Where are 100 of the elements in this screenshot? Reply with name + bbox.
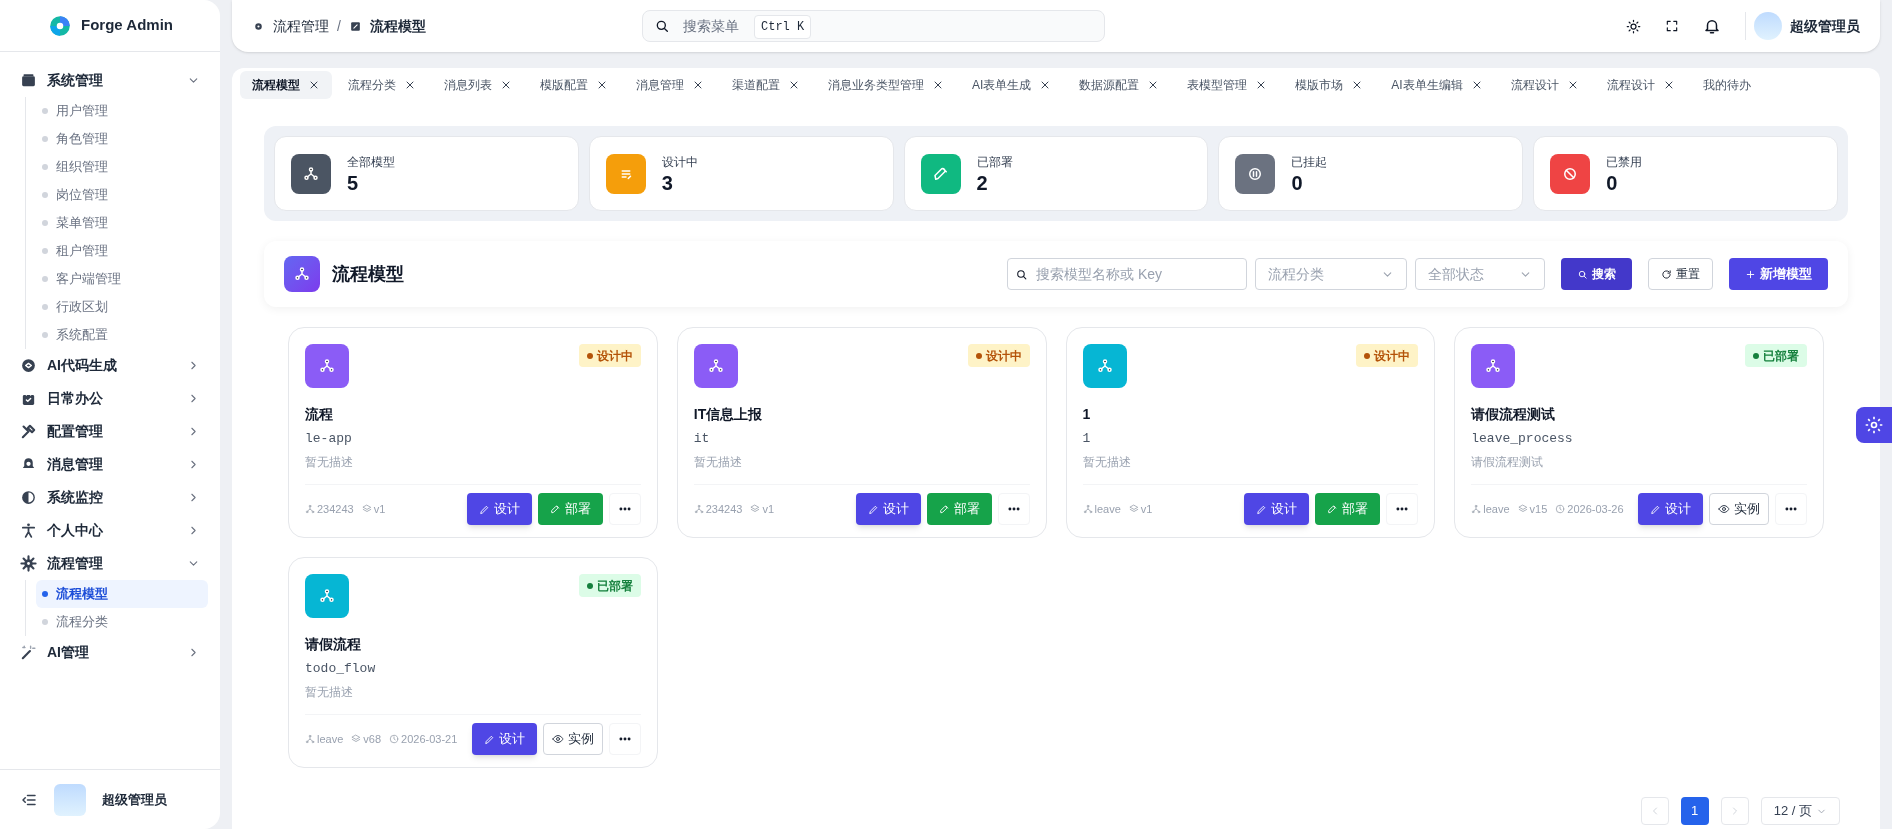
tab[interactable]: 消息业务类型管理 — [816, 71, 956, 99]
sidebar-item[interactable]: 系统配置 — [36, 321, 208, 349]
meta-text: v15 — [1529, 501, 1548, 517]
settings-button[interactable] — [1856, 407, 1892, 443]
search-field[interactable]: 搜索模型名称或 Key — [1007, 258, 1247, 290]
design-button[interactable]: 设计 — [1244, 493, 1310, 525]
stat-label: 已部署 — [976, 153, 1013, 171]
meta-text: leave — [1483, 501, 1510, 517]
previous-page-button[interactable] — [1640, 797, 1669, 825]
status-badge: 设计中 — [1356, 344, 1419, 367]
meta-text: v1 — [762, 501, 775, 517]
sidebar-item[interactable]: 流程分类 — [36, 608, 208, 636]
layers-icon — [1128, 504, 1139, 514]
sidebar-item[interactable]: 组织管理 — [36, 153, 208, 181]
flow-icon — [293, 265, 311, 283]
tab[interactable]: AI表单生成 — [960, 71, 1064, 99]
design-button[interactable]: 设计 — [1638, 493, 1703, 525]
breadcrumb-separator: / — [337, 16, 341, 36]
sidebar-item[interactable]: 菜单管理 — [36, 209, 208, 237]
sidebar-item[interactable]: 客户端管理 — [36, 265, 208, 293]
sidebar-item[interactable]: 用户管理 — [36, 97, 208, 125]
design-button[interactable]: 设计 — [855, 493, 921, 525]
more-button[interactable] — [608, 723, 641, 755]
sidebar-item[interactable]: 租户管理 — [36, 237, 208, 265]
sidebar-item[interactable]: 岗位管理 — [36, 181, 208, 209]
sidebar-item[interactable]: 行政区划 — [36, 293, 208, 321]
bell-icon — [1703, 17, 1721, 35]
clock-icon — [389, 734, 400, 744]
sidebar-group[interactable]: 日常办公 — [12, 382, 208, 415]
breadcrumb-item[interactable]: 流程管理 — [273, 15, 329, 37]
status-badge: 已部署 — [1745, 344, 1807, 367]
menu-group-icon — [20, 489, 37, 506]
status-badge: 设计中 — [578, 344, 641, 367]
model-name: 1 — [1082, 405, 1092, 424]
user-name[interactable]: 超级管理员 — [1790, 15, 1860, 37]
sidebar-group[interactable]: AI管理 — [12, 636, 208, 669]
tab[interactable]: 消息列表 — [432, 71, 524, 99]
stat-value: 2 — [976, 170, 989, 195]
sidebar-group[interactable]: 个人中心 — [12, 514, 208, 547]
sidebar-group[interactable]: 配置管理 — [12, 415, 208, 448]
page-button[interactable]: 1 — [1680, 797, 1709, 825]
layers-icon — [361, 504, 372, 514]
shortcut-key: Ctrl K — [754, 15, 812, 39]
search-icon — [654, 18, 670, 34]
search-button[interactable]: 搜索 — [1561, 258, 1632, 290]
pencil-icon — [867, 503, 879, 515]
sidebar-item[interactable]: 流程模型 — [36, 580, 208, 608]
tab[interactable]: 流程设计 — [1594, 71, 1687, 99]
refresh-icon — [1661, 268, 1672, 280]
model-key: todo_flow — [305, 659, 641, 679]
tab[interactable]: AI表单生编辑 — [1379, 71, 1495, 99]
sidebar-group[interactable]: 消息管理 — [12, 448, 208, 481]
tab[interactable]: 模版市场 — [1283, 71, 1376, 99]
more-button[interactable] — [1775, 493, 1807, 525]
menu-group-icon — [20, 357, 37, 374]
flow-icon — [1484, 357, 1503, 375]
model-name: 请假流程 — [305, 635, 362, 654]
add-model-button[interactable]: 新增模型 — [1729, 258, 1828, 290]
model-name: IT信息上报 — [693, 405, 764, 424]
tab[interactable]: 模版配置 — [528, 71, 620, 99]
meta-text: leave — [317, 731, 344, 747]
tab[interactable]: 表模型管理 — [1175, 71, 1280, 99]
tab[interactable]: 数据源配置 — [1067, 71, 1172, 99]
sidebar-group[interactable]: AI代码生成 — [12, 349, 208, 382]
layers-icon — [750, 504, 761, 514]
sidebar-item[interactable]: 角色管理 — [36, 125, 208, 153]
tab[interactable]: 消息管理 — [624, 71, 716, 99]
category-icon — [1082, 504, 1093, 514]
sidebar-group[interactable]: 流程管理 — [12, 547, 208, 580]
more-button[interactable] — [608, 493, 641, 525]
instances-button[interactable]: 实例 — [1709, 493, 1769, 525]
sidebar-group[interactable]: 系统监控 — [12, 481, 208, 514]
search-icon — [1577, 268, 1588, 280]
tab[interactable]: 我的待办 — [1690, 71, 1763, 99]
search-icon — [1015, 268, 1028, 281]
tab[interactable]: 渠道配置 — [720, 71, 812, 99]
flow-icon — [318, 357, 336, 375]
model-description: 暂无描述 — [1082, 453, 1132, 471]
instances-button[interactable]: 实例 — [542, 723, 603, 755]
sun-icon — [1626, 18, 1641, 34]
page-size-select[interactable]: 12 / 页 — [1760, 797, 1840, 825]
model-description: 暂无描述 — [693, 453, 743, 471]
sidebar-group[interactable]: 系统管理 — [12, 64, 208, 97]
avatar — [54, 783, 86, 816]
model-key: leave_process — [1471, 429, 1807, 449]
eye-icon — [551, 733, 564, 745]
next-page-button[interactable] — [1720, 797, 1749, 825]
model-name: 流程 — [305, 405, 334, 424]
design-button[interactable]: 设计 — [471, 723, 537, 755]
tab[interactable]: 流程设计 — [1498, 71, 1591, 99]
more-button[interactable] — [1386, 493, 1419, 525]
tab[interactable]: 流程模型 — [240, 71, 332, 99]
model-key: 1 — [1082, 429, 1419, 449]
more-button[interactable] — [997, 493, 1030, 525]
page-title: 流程模型 — [332, 262, 404, 286]
tab[interactable]: 流程分类 — [336, 71, 428, 99]
reset-button[interactable]: 重置 — [1648, 258, 1713, 290]
design-button[interactable]: 设计 — [466, 493, 532, 525]
layers-icon — [1517, 504, 1528, 514]
meta-text: 2026-03-26 — [1567, 501, 1624, 517]
